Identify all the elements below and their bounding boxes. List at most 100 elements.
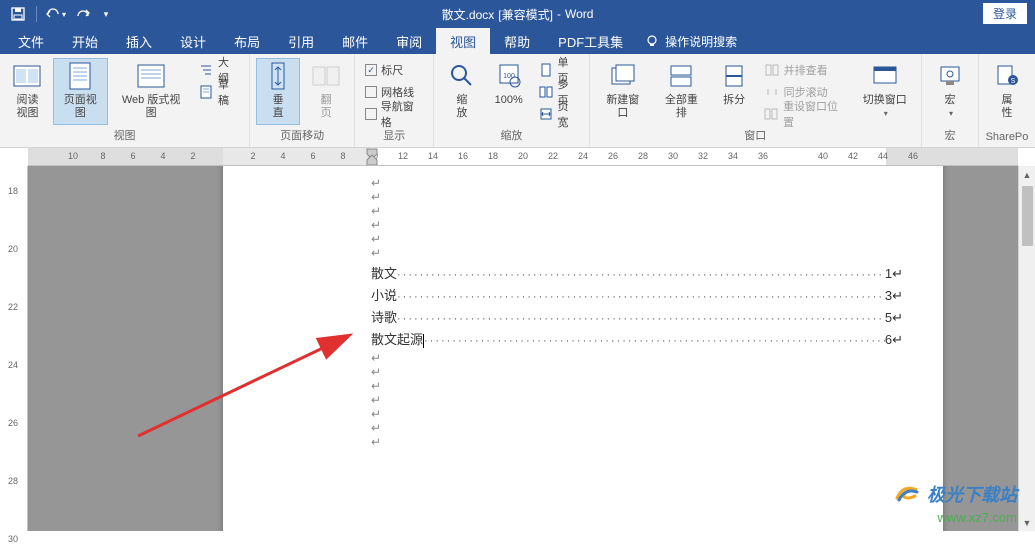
tell-me-label: 操作说明搜索 xyxy=(665,33,737,50)
zoom-button[interactable]: 缩 放 xyxy=(440,58,483,125)
new-window-button[interactable]: 新建窗口 xyxy=(596,58,651,125)
macros-button[interactable]: 宏▾ xyxy=(928,58,972,125)
save-button[interactable] xyxy=(6,3,30,25)
menu-references[interactable]: 引用 xyxy=(274,28,328,54)
toc-leader: ········································… xyxy=(397,313,885,325)
save-icon xyxy=(11,7,25,21)
vertical-icon xyxy=(268,62,288,90)
menu-home[interactable]: 开始 xyxy=(58,28,112,54)
toc-label: 散文 xyxy=(371,263,397,282)
vertical-button[interactable]: 垂 直 xyxy=(256,58,300,125)
toc-entry[interactable]: 诗歌 ·····································… xyxy=(371,307,903,326)
menubar: 文件 开始 插入 设计 布局 引用 邮件 审阅 视图 帮助 PDF工具集 操作说… xyxy=(0,28,1035,54)
read-view-button[interactable]: 阅读 视图 xyxy=(6,58,49,125)
draft-button[interactable]: 草稿 xyxy=(195,82,243,102)
toc-leader: ········································… xyxy=(424,335,885,347)
print-layout-button[interactable]: 页面视图 xyxy=(53,58,108,125)
menu-mailings[interactable]: 邮件 xyxy=(328,28,382,54)
menu-file[interactable]: 文件 xyxy=(4,28,58,54)
menu-design[interactable]: 设计 xyxy=(166,28,220,54)
quick-access-toolbar: ▾ ▾ xyxy=(0,3,113,25)
para-mark: ↵ xyxy=(371,176,903,190)
ribbon-group-macros: 宏▾ 宏 xyxy=(922,54,979,147)
toc-entry[interactable]: 小说 ·····································… xyxy=(371,285,903,304)
title-mode: [兼容模式] xyxy=(498,6,553,23)
toc-label: 诗歌 xyxy=(371,307,397,326)
page-content[interactable]: ↵ ↵ ↵ ↵ ↵ ↵ 散文 ·························… xyxy=(223,176,943,449)
arrange-all-button[interactable]: 全部重排 xyxy=(654,58,709,125)
properties-icon: S xyxy=(995,64,1019,88)
svg-text:S: S xyxy=(1011,78,1016,85)
switch-window-button[interactable]: 切换窗口▾ xyxy=(855,58,915,125)
tell-me-search[interactable]: 操作说明搜索 xyxy=(645,28,737,54)
macros-icon xyxy=(938,64,962,88)
vertical-ruler[interactable]: 18202224262830 xyxy=(0,166,28,531)
split-icon xyxy=(724,64,744,88)
navpane-checkbox[interactable]: 导航窗格 xyxy=(361,104,427,124)
zoom-icon xyxy=(449,63,475,89)
reset-pos-icon xyxy=(764,108,778,120)
web-layout-button[interactable]: Web 版式视图 xyxy=(112,58,191,125)
vertical-scrollbar[interactable]: ▲ ▼ xyxy=(1018,166,1035,531)
ruler-v-tick: 28 xyxy=(8,476,18,486)
draft-icon xyxy=(199,85,213,99)
titlebar: ▾ ▾ 散文.docx [兼容模式] - Word 登录 xyxy=(0,0,1035,28)
menu-layout[interactable]: 布局 xyxy=(220,28,274,54)
indent-marker-icon[interactable] xyxy=(366,148,378,166)
scroll-up-button[interactable]: ▲ xyxy=(1019,166,1035,183)
menu-insert[interactable]: 插入 xyxy=(112,28,166,54)
page[interactable]: ↵ ↵ ↵ ↵ ↵ ↵ 散文 ·························… xyxy=(223,166,943,531)
menu-review[interactable]: 审阅 xyxy=(382,28,436,54)
svg-text:100: 100 xyxy=(503,73,515,80)
qat-customize[interactable]: ▾ xyxy=(99,3,113,25)
redo-button[interactable] xyxy=(71,3,95,25)
ruler-v-tick: 30 xyxy=(8,534,18,544)
menu-pdf[interactable]: PDF工具集 xyxy=(544,28,637,54)
toc-entry[interactable]: 散文 ·····································… xyxy=(371,263,903,282)
toc-leader: ········································… xyxy=(397,269,885,281)
side-icon xyxy=(312,64,340,88)
ruler-v-tick: 24 xyxy=(8,360,18,370)
ruler-v-tick: 20 xyxy=(8,244,18,254)
side-by-side-button: 并排查看 xyxy=(760,60,851,80)
ribbon-group-zoom: 缩 放 100 100% 单页 多页 页宽 缩放 xyxy=(434,54,589,147)
menu-view[interactable]: 视图 xyxy=(436,28,490,54)
toc-leader: ········································… xyxy=(397,291,885,303)
page-width-button[interactable]: 页宽 xyxy=(534,104,582,124)
outline-icon xyxy=(199,63,213,77)
toc-page: 1↵ xyxy=(885,266,903,282)
horizontal-ruler[interactable]: 1086422468101214161820222426283032343640… xyxy=(28,148,1018,166)
zoom-100-icon: 100 xyxy=(496,63,522,89)
ribbon-group-pagemove: 垂 直 翻 页 页面移动 xyxy=(250,54,355,147)
scroll-thumb[interactable] xyxy=(1022,186,1033,246)
side-button[interactable]: 翻 页 xyxy=(304,58,348,125)
properties-button[interactable]: S 属 性 xyxy=(985,58,1029,129)
toc-entry[interactable]: 散文起源 ···································… xyxy=(371,329,903,348)
undo-icon xyxy=(44,8,60,20)
document-canvas[interactable]: ↵ ↵ ↵ ↵ ↵ ↵ 散文 ·························… xyxy=(28,166,1035,531)
ribbon-group-sharepoint: S 属 性 SharePo xyxy=(979,54,1035,147)
ribbon-group-show: ✓标尺 网格线 导航窗格 显示 xyxy=(355,54,434,147)
toc-label: 散文起源 xyxy=(371,329,424,348)
redo-icon xyxy=(76,8,90,20)
multi-page-icon xyxy=(539,85,553,99)
menu-help[interactable]: 帮助 xyxy=(490,28,544,54)
login-button[interactable]: 登录 xyxy=(983,3,1027,24)
read-view-icon xyxy=(13,65,41,87)
undo-button[interactable]: ▾ xyxy=(43,3,67,25)
page-width-icon xyxy=(539,107,553,121)
web-layout-icon xyxy=(137,64,165,88)
ribbon: 阅读 视图 页面视图 Web 版式视图 大纲 草稿 视图 xyxy=(0,54,1035,148)
toc-page: 3↵ xyxy=(885,288,903,304)
zoom-100-button[interactable]: 100 100% xyxy=(487,58,530,125)
ruler-checkbox[interactable]: ✓标尺 xyxy=(361,60,427,80)
print-layout-icon xyxy=(68,62,92,90)
scroll-down-button[interactable]: ▼ xyxy=(1019,514,1035,531)
title-filename: 散文.docx xyxy=(442,6,495,23)
split-button[interactable]: 拆分 xyxy=(713,58,756,125)
ribbon-group-views: 阅读 视图 页面视图 Web 版式视图 大纲 草稿 视图 xyxy=(0,54,250,147)
side-by-side-icon xyxy=(765,64,779,76)
title-app: Word xyxy=(565,7,593,21)
ruler-v-tick: 26 xyxy=(8,418,18,428)
one-page-icon xyxy=(540,63,552,77)
